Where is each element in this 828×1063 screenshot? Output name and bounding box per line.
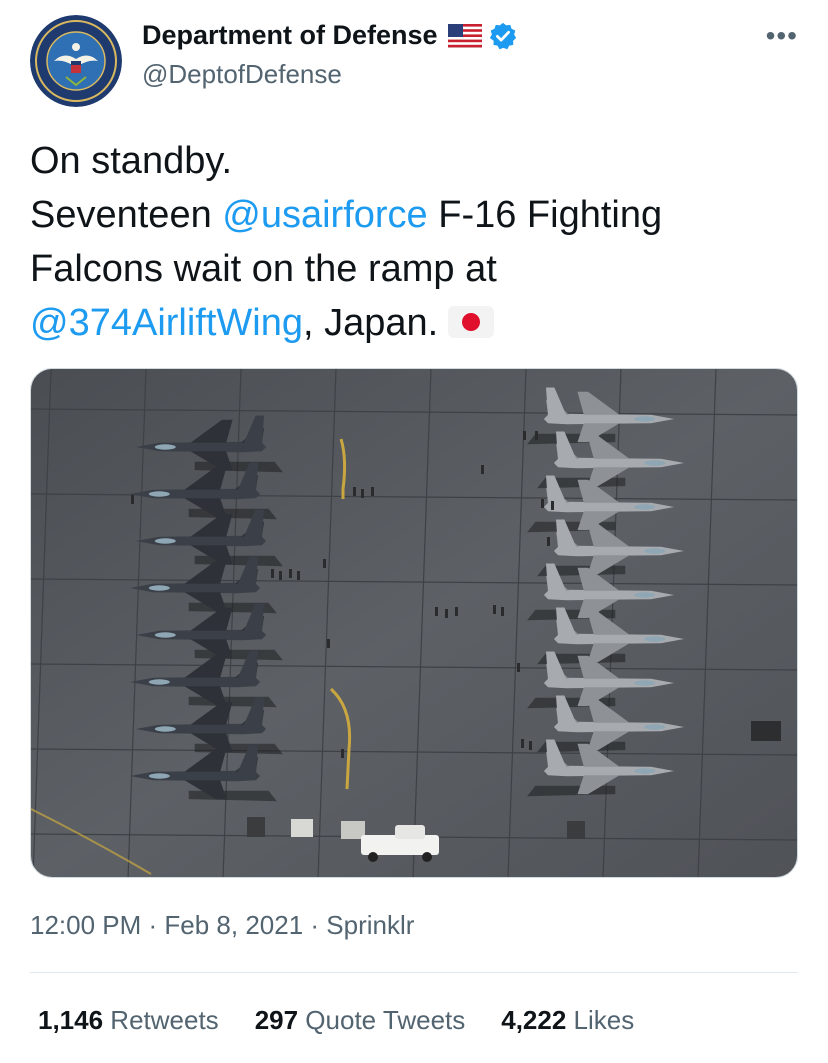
tweet-text: On standby. Seventeen @usairforce F-16 F…: [30, 134, 800, 350]
account-name-row[interactable]: Department of Defense: [142, 20, 518, 51]
ground-crew-person: [353, 487, 356, 496]
ground-crew-person: [455, 607, 458, 616]
account-handle[interactable]: @DeptofDefense: [142, 59, 342, 90]
ground-crew-person: [535, 431, 538, 440]
account-name[interactable]: Department of Defense: [142, 20, 438, 51]
tweet-source[interactable]: Sprinklr: [326, 910, 414, 940]
mention-374airliftwing-link[interactable]: @374AirliftWing: [30, 302, 303, 344]
tweet-line: On standby.: [30, 140, 233, 182]
ground-crew-person: [271, 569, 274, 578]
ground-crew-person: [435, 607, 438, 616]
tweet-line: Falcons wait on the ramp at: [30, 248, 497, 290]
ground-crew-person: [493, 605, 496, 614]
ground-crew-person: [361, 489, 364, 498]
mention-usairforce-link[interactable]: @usairforce: [222, 194, 427, 236]
ground-crew-person: [279, 571, 282, 580]
retweets-label: Retweets: [103, 1005, 219, 1035]
retweets-stat[interactable]: 1,146 Retweets: [38, 1005, 219, 1036]
ground-crew-person: [131, 495, 134, 504]
tweet-time[interactable]: 12:00 PM: [30, 910, 141, 940]
retweets-count: 1,146: [38, 1005, 104, 1035]
tweet-text-segment: F-16 Fighting: [427, 194, 663, 236]
ground-crew-person: [481, 465, 484, 474]
dod-seal-icon: [30, 15, 122, 107]
more-options-icon[interactable]: •••: [766, 20, 798, 52]
ground-crew-person: [521, 739, 524, 748]
ground-crew-person: [541, 499, 544, 508]
ground-crew-person: [523, 431, 526, 440]
quote-tweets-stat[interactable]: 297 Quote Tweets: [255, 1005, 466, 1036]
verified-badge-icon: [488, 21, 518, 51]
ground-crew-person: [297, 571, 300, 580]
quote-tweets-count: 297: [254, 1005, 299, 1035]
tweet-date[interactable]: Feb 8, 2021: [164, 910, 303, 940]
ground-crew-person: [327, 639, 330, 648]
avatar[interactable]: [30, 15, 122, 107]
ground-crew-person: [341, 749, 344, 758]
quote-tweets-label: Quote Tweets: [298, 1005, 466, 1035]
japan-flag-emoji: [448, 306, 495, 338]
tweet-line: @374AirliftWing, Japan.: [30, 296, 800, 350]
likes-label: Likes: [566, 1005, 635, 1035]
ground-crew-person: [547, 537, 550, 546]
tweet-metadata: 12:00 PM · Feb 8, 2021 · Sprinklr: [30, 910, 414, 941]
tweet-photo[interactable]: [30, 368, 798, 878]
us-flag-icon: [447, 23, 482, 48]
aircraft-ramp-photo: [31, 369, 797, 877]
ground-crew-person: [371, 487, 374, 496]
engagement-stats: 1,146 Retweets 297 Quote Tweets 4,222 Li…: [38, 1005, 670, 1036]
ground-crew-person: [323, 559, 326, 568]
ground-crew-person: [445, 609, 448, 618]
likes-stat[interactable]: 4,222 Likes: [501, 1005, 634, 1036]
divider: [30, 972, 798, 973]
ground-crew-person: [501, 607, 504, 616]
ground-crew-person: [517, 663, 520, 672]
tweet-text-segment: Seventeen: [30, 194, 223, 236]
separator: ·: [303, 910, 327, 940]
likes-count: 4,222: [501, 1005, 567, 1035]
tweet-line: Seventeen @usairforce F-16 Fighting: [30, 188, 800, 242]
ground-crew-person: [551, 501, 554, 510]
tweet-text-segment: , Japan.: [303, 302, 439, 344]
separator: ·: [141, 910, 165, 940]
ground-crew-person: [289, 569, 292, 578]
ground-crew-person: [529, 741, 532, 750]
